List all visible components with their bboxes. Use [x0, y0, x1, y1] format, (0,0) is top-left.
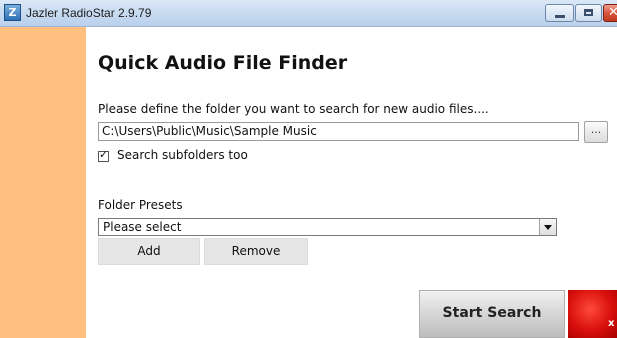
- folder-instruction: Please define the folder you want to sea…: [98, 102, 489, 116]
- subfolders-checkbox[interactable]: ✓: [98, 148, 109, 162]
- exit-button[interactable]: x: [568, 290, 617, 338]
- close-icon: ✕: [608, 5, 617, 20]
- maximize-icon: [584, 9, 593, 16]
- dropdown-arrow-button[interactable]: [539, 219, 556, 235]
- maximize-button[interactable]: [575, 4, 602, 22]
- page-title: Quick Audio File Finder: [98, 52, 348, 74]
- close-button[interactable]: ✕: [603, 4, 617, 22]
- start-search-button[interactable]: Start Search: [419, 290, 565, 338]
- add-preset-button[interactable]: Add: [98, 238, 200, 265]
- folder-presets-dropdown[interactable]: Please select: [98, 218, 557, 236]
- folder-presets-label: Folder Presets: [98, 198, 183, 212]
- app-icon: Z: [4, 4, 21, 21]
- title-bar: Z Jazler RadioStar 2.9.79 ✕: [0, 0, 617, 27]
- sidebar-strip: [0, 27, 86, 338]
- minimize-icon: [555, 15, 565, 18]
- checkmark-icon: ✓: [99, 148, 109, 161]
- folder-path-input[interactable]: C:\Users\Public\Music\Sample Music: [98, 122, 579, 141]
- exit-label: x: [608, 318, 615, 329]
- subfolders-label[interactable]: Search subfolders too: [117, 148, 248, 162]
- chevron-down-icon: [544, 225, 552, 230]
- minimize-button[interactable]: [545, 4, 574, 22]
- browse-button[interactable]: ...: [584, 121, 608, 143]
- window-title: Jazler RadioStar 2.9.79: [26, 6, 152, 20]
- presets-selected-value: Please select: [103, 220, 182, 234]
- remove-preset-button[interactable]: Remove: [204, 238, 308, 265]
- app-window: Z Jazler RadioStar 2.9.79 ✕ Quick Audio …: [0, 0, 617, 338]
